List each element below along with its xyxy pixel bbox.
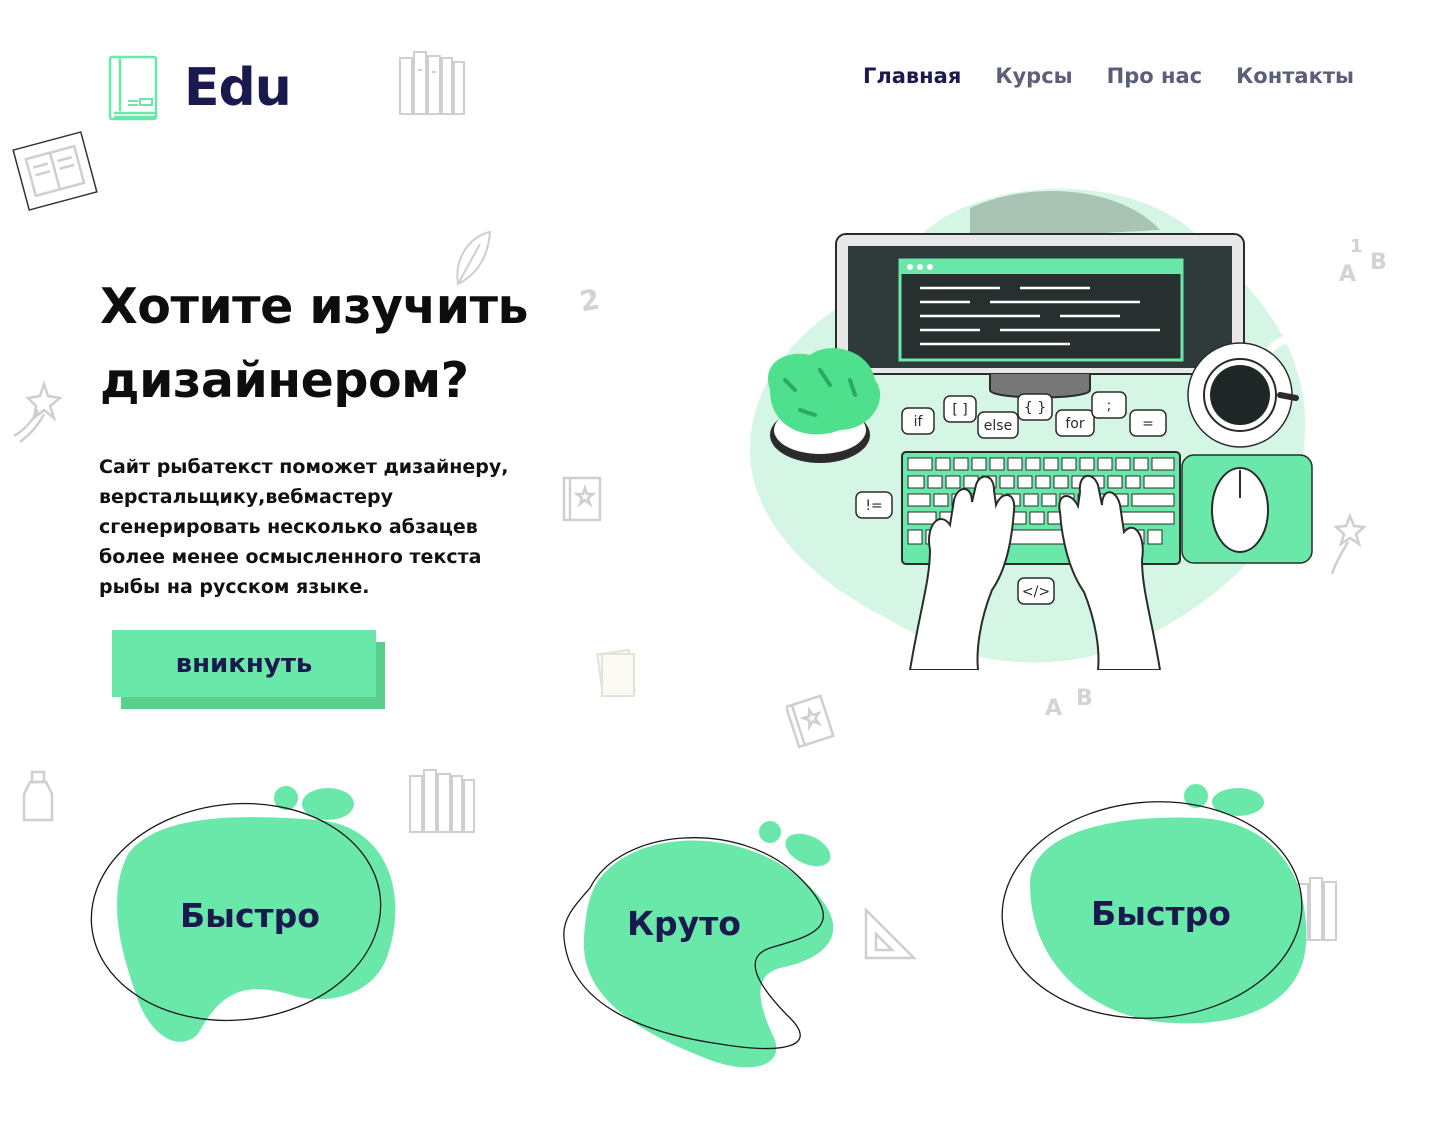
- star-wand-doodle-icon-2: [1330, 512, 1367, 575]
- nav-link-courses[interactable]: Курсы: [995, 64, 1072, 88]
- code-tag-if: if: [914, 414, 924, 430]
- feature-blob-2: [563, 821, 834, 1068]
- feature-label-1: Быстро: [180, 896, 320, 935]
- code-tag-braces: { }: [1024, 400, 1046, 416]
- decor-letter-a-2: A: [1339, 262, 1357, 287]
- code-tag-html: </>: [1022, 584, 1050, 600]
- papers-doodle-icon: [596, 648, 636, 698]
- hero-title: Хотите изучить дизайнером?: [100, 270, 620, 418]
- cta-container: вникнуть: [112, 630, 386, 710]
- feature-label-3: Быстро: [1091, 894, 1231, 933]
- hero-title-line-1: Хотите изучить: [100, 278, 528, 335]
- hero-title-line-2: дизайнером?: [100, 352, 469, 409]
- decor-letter-b-2: B: [1370, 250, 1387, 275]
- plant-graphic: [768, 348, 881, 463]
- site-logo[interactable]: Edu: [108, 55, 292, 121]
- nav-link-about[interactable]: Про нас: [1107, 64, 1202, 88]
- star-book-doodle-icon-2: [786, 694, 835, 749]
- star-book-doodle-icon: [562, 476, 602, 522]
- ruler-triangle-doodle-icon: [864, 906, 918, 960]
- monitor-graphic: [835, 233, 1245, 399]
- feature-card-1[interactable]: Быстро: [88, 784, 408, 1054]
- code-tag-equals: =: [1142, 416, 1154, 432]
- decor-digit-1: 1: [1350, 236, 1363, 257]
- code-tag-not-equal: !=: [865, 498, 882, 514]
- book-logo-icon: [108, 55, 158, 121]
- nav-link-home[interactable]: Главная: [863, 64, 961, 88]
- code-tag-else: else: [984, 418, 1012, 434]
- feature-card-2[interactable]: Круто: [560, 818, 860, 1078]
- code-tag-semicolon: ;: [1107, 398, 1112, 414]
- open-book-doodle-icon: [12, 131, 98, 211]
- nav-link-contacts[interactable]: Контакты: [1236, 64, 1354, 88]
- coding-illustration: if [ ] else { } for ; = != </>: [750, 188, 1313, 670]
- feature-label-2: Круто: [627, 904, 741, 943]
- star-wand-doodle-icon: [13, 380, 63, 443]
- mouse-graphic: [1211, 467, 1269, 553]
- books-doodle-icon-2: [409, 769, 475, 833]
- hero-description: Сайт рыбатекст поможет дизайнеру, верста…: [99, 456, 509, 598]
- cta-button[interactable]: вникнуть: [112, 630, 376, 697]
- code-tag-for: for: [1065, 416, 1084, 432]
- code-tag-brackets: [ ]: [952, 402, 967, 418]
- bottle-doodle-icon: [22, 770, 54, 822]
- decor-letter-a: A: [1045, 696, 1063, 721]
- main-nav: Главная Курсы Про нас Контакты: [863, 64, 1354, 88]
- feature-card-3[interactable]: Быстро: [1000, 784, 1320, 1034]
- decor-letter-b: B: [1076, 686, 1093, 711]
- books-doodle-icon: [399, 51, 465, 115]
- logo-text: Edu: [184, 58, 292, 118]
